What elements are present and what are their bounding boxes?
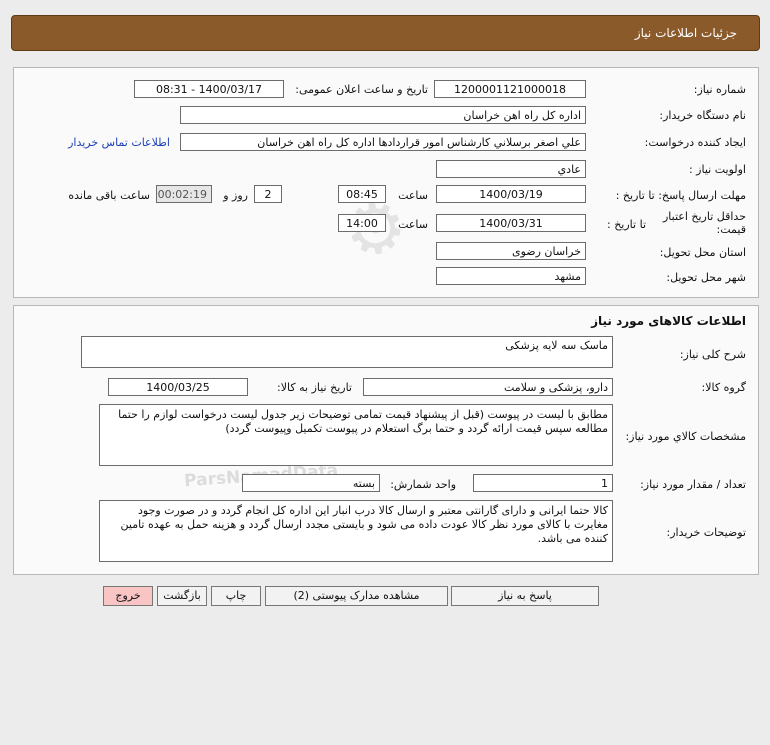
- remaining-time-field: 00:02:19: [156, 185, 212, 203]
- buyer-label: نام دستگاه خریدار:: [659, 109, 746, 122]
- group-label: گروه کالا:: [701, 381, 746, 394]
- desc-field: ماسک سه لایه پزشکی: [81, 336, 613, 368]
- validity-time-label: ساعت: [398, 218, 428, 231]
- city-field: مشهد: [436, 267, 586, 285]
- buyer-desc-field: کالا حتما ایرانی و دارای گارانتی معتبر و…: [99, 500, 613, 562]
- deadline-time-label: ساعت: [398, 189, 428, 202]
- creator-field: علي اصغر برسلاني کارشناس امور قراردادها …: [180, 133, 586, 151]
- goods-section-title: اطلاعات کالاهای مورد نیاز: [591, 314, 746, 328]
- reply-button[interactable]: پاسخ به نیاز: [451, 586, 599, 606]
- days-label: روز و: [223, 189, 248, 202]
- province-label: استان محل تحویل:: [659, 246, 746, 259]
- page-title: جزئیات اطلاعات نیاز: [634, 26, 737, 40]
- print-button[interactable]: چاپ: [211, 586, 261, 606]
- goods-info-panel: ParsNamadData اطلاعات کالاهای مورد نیاز …: [13, 305, 759, 575]
- province-field: خراسان رضوی: [436, 242, 586, 260]
- validity-time-field: 14:00: [338, 214, 386, 232]
- creator-label: ایجاد کننده درخواست:: [644, 136, 746, 149]
- need-number-label: شماره نیاز:: [693, 83, 746, 96]
- unit-label: واحد شمارش:: [390, 478, 456, 491]
- need-info-panel: ⚙ شماره نیاز: 1200001121000018 تاریخ و س…: [13, 67, 759, 298]
- desc-label: شرح کلی نیاز:: [679, 348, 746, 361]
- city-label: شهر محل تحویل:: [666, 271, 746, 284]
- deadline-date-field: 1400/03/19: [436, 185, 586, 203]
- buyer-desc-label: توضیحات خریدار:: [666, 526, 747, 539]
- need-number-field: 1200001121000018: [434, 80, 586, 98]
- remaining-label: ساعت باقی مانده: [68, 189, 150, 202]
- qty-label: تعداد / مقدار مورد نیاز:: [640, 478, 746, 491]
- deadline-time-field: 08:45: [338, 185, 386, 203]
- validity-date-label: تا تاریخ :: [607, 218, 646, 231]
- spec-field: مطابق با لیست در پیوست (قبل از پیشنهاد ق…: [99, 404, 613, 466]
- deadline-label: مهلت ارسال پاسخ: تا تاریخ :: [615, 189, 746, 202]
- need-date-field: 1400/03/25: [108, 378, 248, 396]
- priority-label: اولویت نیاز :: [688, 163, 746, 176]
- spec-label: مشخصات کالاي مورد نیاز:: [625, 430, 746, 443]
- days-field: 2: [254, 185, 282, 203]
- attachments-button[interactable]: مشاهده مدارک پیوستی (2): [265, 586, 448, 606]
- exit-button[interactable]: خروج: [103, 586, 153, 606]
- announce-field: 1400/03/17 - 08:31: [134, 80, 284, 98]
- announce-label: تاریخ و ساعت اعلان عمومی:: [295, 83, 428, 96]
- page-header: جزئیات اطلاعات نیاز: [11, 15, 760, 51]
- group-field: دارو، پزشکی و سلامت: [363, 378, 613, 396]
- validity-label: حداقل تاریخ اعتبار قیمت:: [662, 210, 746, 236]
- buyer-field: اداره کل راه اهن خراسان: [180, 106, 586, 124]
- back-button[interactable]: بازگشت: [157, 586, 207, 606]
- need-date-label: تاریخ نیاز به کالا:: [277, 381, 352, 394]
- buyer-contact-link[interactable]: اطلاعات تماس خریدار: [68, 136, 170, 149]
- priority-field: عادي: [436, 160, 586, 178]
- unit-field: بسته: [242, 474, 380, 492]
- validity-date-field: 1400/03/31: [436, 214, 586, 232]
- qty-field: 1: [473, 474, 613, 492]
